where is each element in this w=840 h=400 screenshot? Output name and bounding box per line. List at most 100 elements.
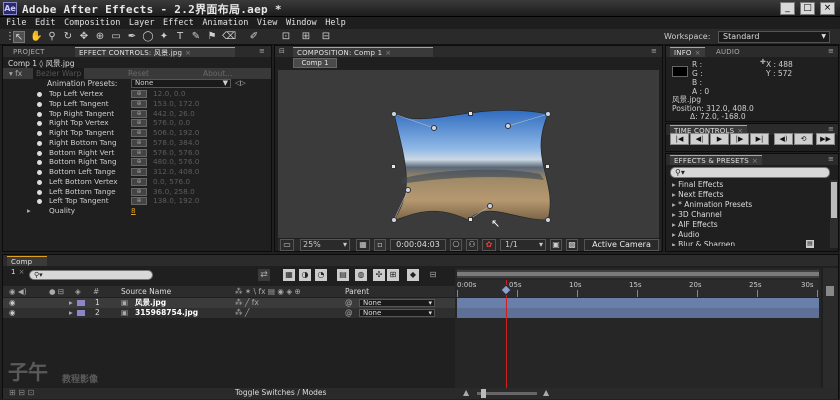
property-row[interactable]: Left Bottom Vertex ⊕ 0.0, 576.0 [3,177,271,187]
expand-layer-switches-icon[interactable]: ⊞ ⊟ ⊡ [9,388,34,397]
rectangle-mask-tool-icon[interactable]: ▭ [110,31,122,43]
tab-effect-controls[interactable]: EFFECT CONTROLS: 风景.jpg × [75,47,235,57]
graph-editor-icon[interactable]: ◆ [407,269,419,281]
layer-handle[interactable] [468,217,473,222]
tangent-handle[interactable] [505,123,511,129]
layer-handle[interactable] [468,111,473,116]
effects-category[interactable]: Next Effects [672,190,723,199]
layer-bar[interactable] [457,298,819,308]
zoom-slider[interactable] [477,392,537,395]
camera-tool-icon[interactable]: ✥ [78,31,90,43]
property-row[interactable]: Bottom Right Vert ⊕ 576.0, 576.0 [3,148,271,158]
toggle-switches-modes-button[interactable]: Toggle Switches / Modes [235,388,326,397]
vertex-handle[interactable] [391,217,397,223]
ellipse-mask-tool-icon[interactable]: ◯ [142,31,154,43]
property-row[interactable]: Top Left Tangent ⊕ 153.0, 172.0 [3,99,271,109]
mask-visibility-icon[interactable]: ▫ [374,239,386,251]
time-navigator-bar[interactable] [457,272,819,276]
pen-tool-icon[interactable]: ✒ [126,31,138,43]
warped-image[interactable] [278,70,659,238]
menu-animation[interactable]: Animation [202,17,248,29]
world-axis-icon[interactable]: ⊞ [300,31,312,43]
menu-layer[interactable]: Layer [129,17,155,29]
panel-menu-icon[interactable]: ≡ [828,125,834,133]
close-icon[interactable]: × [185,49,191,57]
pick-whip-icon[interactable]: @ [345,298,353,308]
crosshair-icon[interactable]: ⊕ [131,119,147,128]
snapshot-icon[interactable]: ⎔ [450,239,462,251]
play-button[interactable]: ▶ [710,133,729,145]
property-row[interactable]: Left Bottom Tange ⊕ 36.0, 258.0 [3,187,271,197]
layer-handle[interactable] [545,164,550,169]
label-color-swatch[interactable] [77,310,85,316]
tab-audio[interactable]: AUDIO [712,47,744,57]
hide-shy-layers-icon[interactable]: ◔ [315,269,327,281]
panel-menu-icon[interactable]: ≡ [828,155,834,163]
crosshair-icon[interactable]: ⊕ [131,168,147,176]
resolution-dropdown[interactable]: 1/1 ▾ [500,239,546,251]
timeline-search-input[interactable]: ⚲▾ [29,270,153,280]
menu-view[interactable]: View [257,17,277,29]
comp-viewer-canvas[interactable]: ↖ [278,70,659,238]
first-frame-button[interactable]: |◀ [670,133,689,145]
comp-mini-flowchart-icon[interactable]: ⇄ [258,269,270,281]
scrollbar-thumb[interactable] [826,286,834,296]
previous-frame-button[interactable]: ◀| [690,133,709,145]
source-name-header[interactable]: Source Name [121,286,171,297]
property-row[interactable]: Right Bottom Tang ⊕ 578.0, 384.0 [3,138,271,148]
layer-bar[interactable] [457,308,819,318]
close-icon[interactable]: × [19,268,25,276]
pan-behind-tool-icon[interactable]: ⊕ [94,31,106,43]
selection-tool-icon[interactable]: ↖ [13,31,25,43]
tab-info[interactable]: INFO × [670,47,705,57]
close-icon[interactable]: × [695,49,701,57]
layer-row[interactable]: ◉ ▸ 2 ▣ 315968754.jpg ⁂ ╱ @ None ▾ [3,308,455,318]
tangent-handle[interactable] [487,203,493,209]
effect-toggle-icon[interactable]: ▾ fx [9,68,22,79]
timeline-scrollbar[interactable] [823,268,838,388]
label-color-swatch[interactable] [77,300,85,306]
brush-tool-icon[interactable]: ✎ [190,31,202,43]
vertex-handle[interactable] [545,217,551,223]
live-update-icon[interactable]: ▦ [283,269,295,281]
maximize-button[interactable]: □ [800,2,815,15]
frame-blending-icon[interactable]: ▤ [337,269,349,281]
panel-menu-icon[interactable]: ≡ [828,47,834,55]
property-row[interactable]: Right Top Tangent ⊕ 506.0, 192.0 [3,128,271,138]
loop-button[interactable]: ⟲ [794,133,813,145]
close-icon[interactable]: × [752,157,758,165]
eye-icon[interactable]: ◉ [9,308,16,318]
lock-icon[interactable]: ⊟ [427,269,439,281]
expand-arrow-icon[interactable]: ▸ [27,206,31,216]
menu-composition[interactable]: Composition [64,17,120,29]
effects-category[interactable]: AIF Effects [672,220,718,229]
parent-header[interactable]: Parent [345,286,369,297]
property-row[interactable]: Right Top Vertex ⊕ 576.0, 0.0 [3,118,271,128]
local-axis-icon[interactable]: ⊡ [280,31,292,43]
hand-tool-icon[interactable]: ✋ [30,31,42,43]
view-axis-icon[interactable]: ⊟ [320,31,332,43]
tab-composition[interactable]: COMPOSITION: Comp 1 × [293,47,433,57]
layer-name[interactable]: 风景.jpg [135,298,166,308]
about-link[interactable]: About... [203,68,232,79]
crosshair-icon[interactable]: ⊕ [131,197,147,206]
lock-icon[interactable]: ⊟ [279,47,285,55]
puppet-tool-icon[interactable]: ✦ [158,31,170,43]
clone-stamp-tool-icon[interactable]: ⚑ [206,31,218,43]
tab-timeline-comp[interactable]: Comp 1 × [7,256,47,276]
menu-window[interactable]: Window [286,17,317,29]
effects-category[interactable]: 3D Channel [672,210,722,219]
magnification-dropdown[interactable]: 25% ▾ [300,239,350,251]
close-button[interactable]: × [820,2,835,15]
auto-keyframe-icon[interactable]: ⊞ [387,269,399,281]
menu-edit[interactable]: Edit [35,17,55,29]
time-navigator[interactable] [457,270,819,278]
time-ruler[interactable]: 0:00s 05s 10s 15s 20s 25s 30s [457,280,819,297]
menu-help[interactable]: Help [325,17,345,29]
motion-blur-icon[interactable]: ◍ [355,269,367,281]
panel-menu-icon[interactable]: ≡ [651,47,657,55]
animation-presets-dropdown[interactable]: None ▼ [131,79,231,88]
property-row[interactable]: Left Top Tangent ⊕ 138.0, 192.0 [3,196,271,206]
property-row[interactable]: Bottom Right Tang ⊕ 480.0, 576.0 [3,157,271,167]
roto-brush-tool-icon[interactable]: ✐ [248,31,260,43]
